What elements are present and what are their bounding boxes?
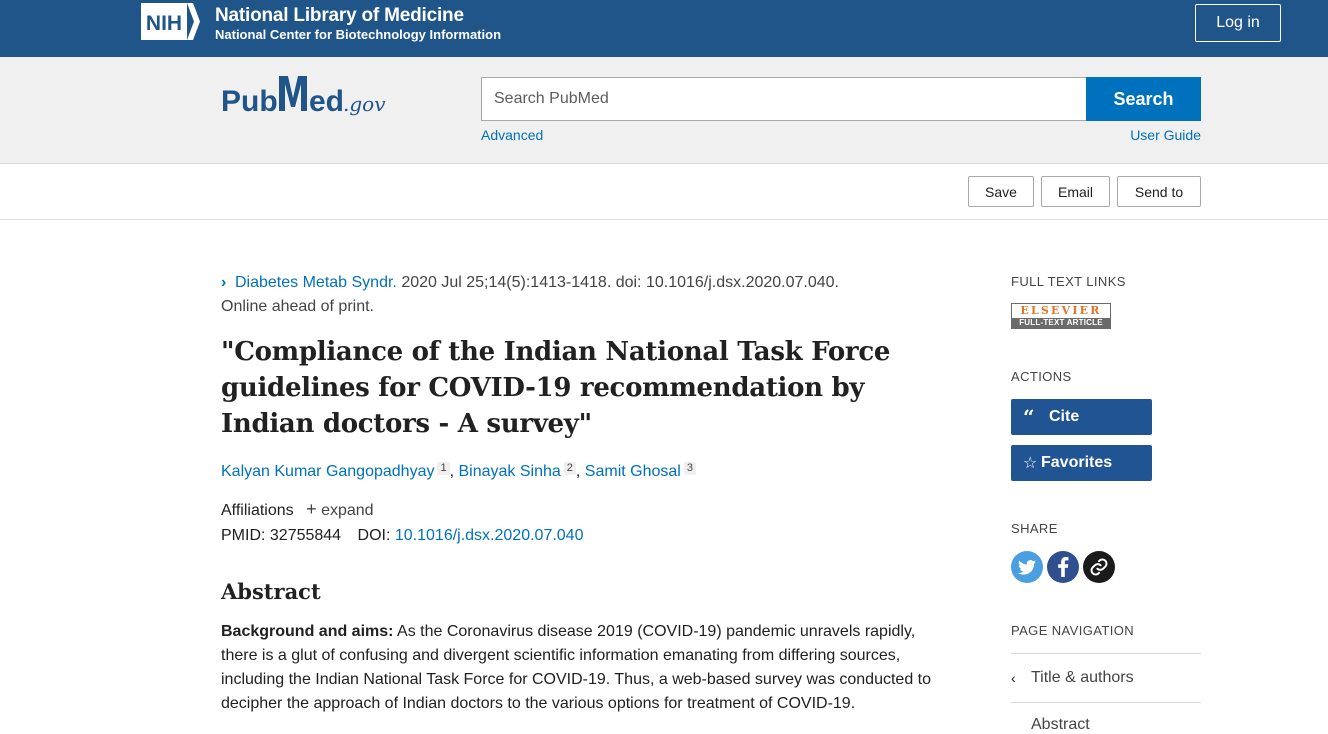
affiliations-label: Affiliations	[221, 502, 294, 519]
svg-text:ed: ed	[309, 85, 344, 118]
nih-logo[interactable]: NIH	[141, 3, 200, 40]
citation-status: Online ahead of print.	[221, 298, 374, 315]
chevron-left-icon: ‹	[1011, 670, 1016, 686]
identifiers-row: PMID: 32755844 DOI: 10.1016/j.dsx.2020.0…	[221, 524, 583, 548]
email-button[interactable]: Email	[1041, 176, 1110, 207]
nih-subtitle: National Center for Biotechnology Inform…	[215, 27, 502, 42]
advanced-search-link[interactable]: Advanced	[481, 127, 543, 143]
nav-item-label: Abstract	[1031, 716, 1090, 733]
copy-link-icon[interactable]	[1083, 551, 1115, 583]
citation-details: 2020 Jul 25;14(5):1413-1418. doi: 10.101…	[396, 274, 839, 291]
nav-item-label: Title & authors	[1031, 669, 1134, 686]
facebook-icon[interactable]	[1047, 551, 1079, 583]
elsevier-full-text-link[interactable]: ELSEVIER FULL-TEXT ARTICLE	[1011, 303, 1111, 329]
nav-item-title-authors[interactable]: ‹ Title & authors	[1011, 669, 1134, 687]
author-link[interactable]: Binayak Sinha	[458, 463, 560, 480]
nav-item-abstract[interactable]: Abstract	[1011, 716, 1090, 734]
journal-link[interactable]: Diabetes Metab Syndr.	[235, 274, 397, 291]
nih-texts[interactable]: National Library of Medicine National Ce…	[215, 5, 501, 43]
expand-label: expand	[321, 502, 374, 519]
login-button[interactable]: Log in	[1195, 4, 1281, 42]
save-button[interactable]: Save	[968, 176, 1034, 207]
star-icon: ☆	[1023, 455, 1038, 472]
search-input[interactable]	[481, 77, 1086, 121]
doi-label: DOI:	[357, 527, 391, 544]
citation: › Diabetes Metab Syndr. 2020 Jul 25;14(5)…	[221, 271, 921, 319]
share-buttons	[1011, 551, 1115, 583]
nih-banner: NIH National Library of Medicine Nationa…	[0, 0, 1328, 57]
share-heading: Share	[1011, 521, 1058, 536]
author-link[interactable]: Samit Ghosal	[585, 463, 681, 480]
cite-button[interactable]: “ Cite	[1011, 399, 1152, 435]
search-button[interactable]: Search	[1086, 77, 1201, 121]
user-guide-link[interactable]: User Guide	[1130, 127, 1201, 143]
article-title: "Compliance of the Indian National Task …	[221, 337, 891, 439]
full-text-links-heading: Full text links	[1011, 274, 1126, 289]
nav-divider	[1011, 653, 1201, 654]
favorites-button[interactable]: ☆ Favorites	[1011, 445, 1152, 481]
pmid: PMID: 32755844	[221, 527, 342, 544]
expand-affiliations-button[interactable]: + expand	[306, 499, 374, 519]
favorites-label: Favorites	[1041, 454, 1113, 471]
cite-label: Cite	[1049, 408, 1080, 425]
abstract-text: Background and aims: As the Coronavirus …	[221, 620, 931, 716]
quote-icon: “	[1023, 405, 1035, 429]
affiliations-row: Affiliations + expand	[221, 497, 374, 523]
abstract-section-label: Background and aims:	[221, 623, 394, 640]
affiliation-badge[interactable]: 2	[563, 462, 576, 475]
nih-title: National Library of Medicine	[215, 5, 464, 26]
pubmed-logo[interactable]: Pub ed .gov	[221, 71, 406, 126]
search-header: Pub ed .gov Search Advanced User Guide	[0, 57, 1328, 164]
chevron-right-icon[interactable]: ›	[221, 271, 235, 295]
action-toolbar: Save Email Send to	[0, 164, 1328, 220]
twitter-icon[interactable]	[1011, 551, 1043, 583]
elsevier-logo-text: ELSEVIER	[1012, 304, 1110, 318]
author-list: Kalyan Kumar Gangopadhyay 1, Binayak Sinh…	[221, 460, 696, 484]
doi-link[interactable]: 10.1016/j.dsx.2020.07.040	[395, 527, 584, 544]
affiliation-badge[interactable]: 1	[437, 462, 450, 475]
actions-heading: Actions	[1011, 369, 1072, 384]
plus-icon: +	[306, 499, 317, 519]
author-link[interactable]: Kalyan Kumar Gangopadhyay	[221, 463, 434, 480]
abstract-heading: Abstract	[221, 579, 321, 604]
page-navigation-heading: Page navigation	[1011, 623, 1135, 638]
svg-text:Pub: Pub	[221, 85, 278, 118]
nav-divider	[1011, 702, 1201, 703]
affiliation-badge[interactable]: 3	[683, 462, 696, 475]
send-to-button[interactable]: Send to	[1117, 176, 1201, 207]
nih-logo-text: NIH	[146, 12, 182, 35]
svg-text:.gov: .gov	[343, 92, 386, 116]
elsevier-subtext: FULL-TEXT ARTICLE	[1012, 318, 1110, 328]
